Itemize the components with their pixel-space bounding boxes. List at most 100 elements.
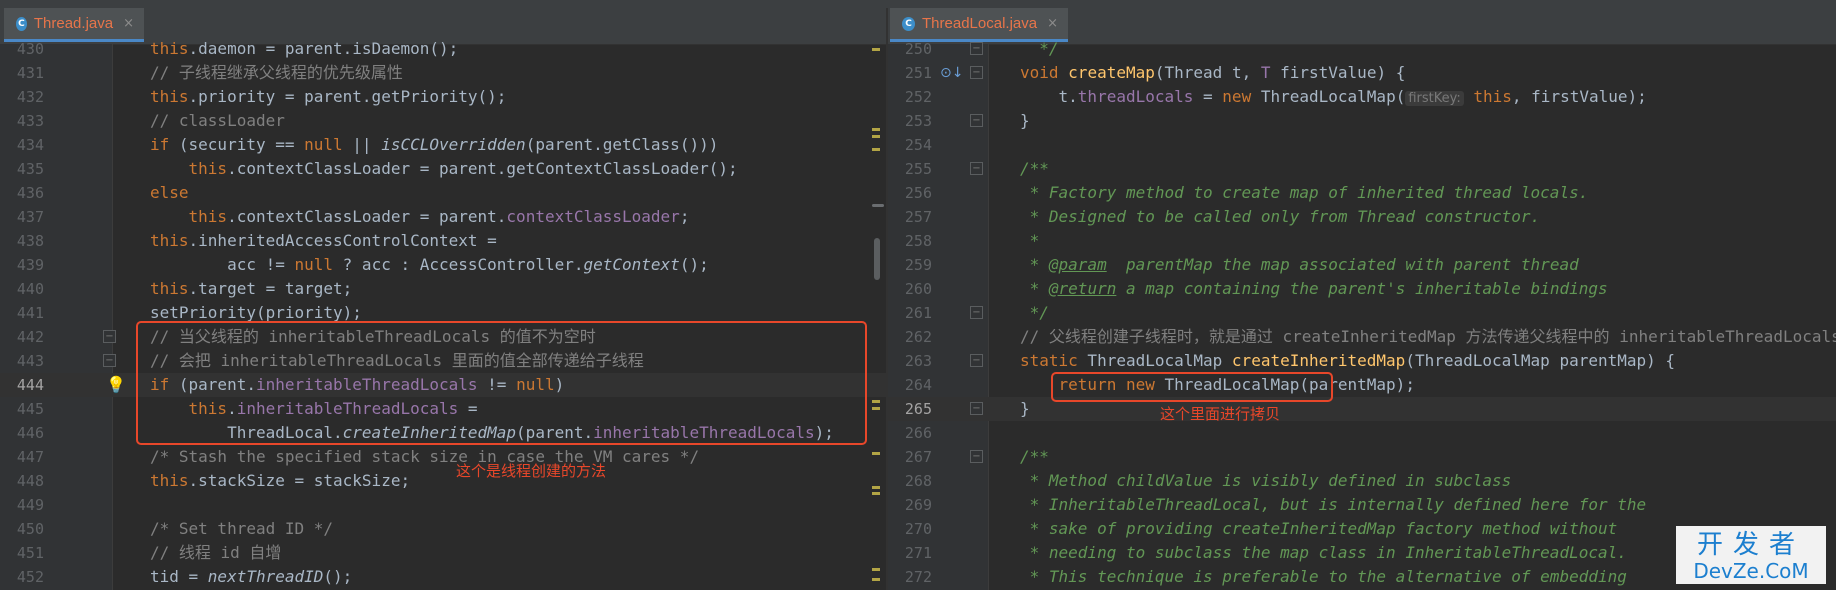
code-lines[interactable]: 430 this.daemon = parent.isDaemon(); 431 //… <box>0 37 886 589</box>
code-text[interactable]: this.daemon = parent.isDaemon(); <box>150 37 458 61</box>
line-number[interactable]: 442 <box>0 325 44 349</box>
line-number[interactable]: 439 <box>0 253 44 277</box>
code-text[interactable]: * @return a map containing the parent's … <box>1020 277 1608 301</box>
line-number[interactable]: 256 <box>888 181 932 205</box>
fold-marker-icon[interactable]: − <box>970 450 983 463</box>
code-line[interactable]: 267 − /** <box>888 445 1836 469</box>
code-line[interactable]: 431 // 子线程继承父线程的优先级属性 <box>0 61 886 85</box>
code-line[interactable]: 269 * InheritableThreadLocal, but is int… <box>888 493 1836 517</box>
code-text[interactable]: * <box>1020 229 1040 253</box>
editor-pane-threadlocal[interactable]: C ThreadLocal.java × 250− */251− ⊙↓ void c… <box>888 8 1836 590</box>
close-icon[interactable]: × <box>123 16 134 31</box>
code-line[interactable]: 437 this.contextClassLoader = parent.con… <box>0 205 886 229</box>
code-text[interactable]: // classLoader <box>150 109 285 133</box>
line-number[interactable]: 270 <box>888 517 932 541</box>
line-number[interactable]: 260 <box>888 277 932 301</box>
code-line[interactable]: 265 −} <box>888 397 1836 421</box>
code-line[interactable]: 258 * <box>888 229 1836 253</box>
code-text[interactable]: this.target = target; <box>150 277 352 301</box>
code-line[interactable]: 268 * Method childValue is visibly defin… <box>888 469 1836 493</box>
scrollbar-thumb[interactable] <box>874 238 880 280</box>
code-line[interactable]: 448 this.stackSize = stackSize; <box>0 469 886 493</box>
line-number[interactable]: 438 <box>0 229 44 253</box>
line-number[interactable]: 252 <box>888 85 932 109</box>
line-number[interactable]: 432 <box>0 85 44 109</box>
line-number[interactable]: 434 <box>0 133 44 157</box>
code-line[interactable]: 435 this.contextClassLoader = parent.get… <box>0 157 886 181</box>
fold-marker-icon[interactable]: − <box>970 402 983 415</box>
code-text[interactable]: this.priority = parent.getPriority(); <box>150 85 506 109</box>
line-number[interactable]: 264 <box>888 373 932 397</box>
line-number[interactable]: 444 <box>0 373 44 397</box>
code-text[interactable]: * @param parentMap the map associated wi… <box>1020 253 1579 277</box>
line-number[interactable]: 254 <box>888 133 932 157</box>
line-number[interactable]: 437 <box>0 205 44 229</box>
code-line[interactable]: 447 /* Stash the specified stack size in … <box>0 445 886 469</box>
line-number[interactable]: 271 <box>888 541 932 565</box>
code-line[interactable]: 436 else <box>0 181 886 205</box>
fold-marker-icon[interactable]: − <box>970 42 983 55</box>
code-lines[interactable]: 250− */251− ⊙↓ void createMap(Thread t, T … <box>888 37 1836 589</box>
lightbulb-icon[interactable]: 💡 <box>106 373 126 397</box>
code-line[interactable]: 260 * @return a map containing the paren… <box>888 277 1836 301</box>
line-number[interactable]: 267 <box>888 445 932 469</box>
line-number[interactable]: 449 <box>0 493 44 517</box>
code-line[interactable]: 254 <box>888 133 1836 157</box>
line-number[interactable]: 433 <box>0 109 44 133</box>
code-text[interactable]: // 父线程创建子线程时，就是通过 createInheritedMap 方法传… <box>1020 325 1836 349</box>
line-number[interactable]: 440 <box>0 277 44 301</box>
line-number[interactable]: 431 <box>0 61 44 85</box>
code-text[interactable]: // 子线程继承父线程的优先级属性 <box>150 61 403 85</box>
code-text[interactable]: else <box>150 181 189 205</box>
code-text[interactable]: acc != null ? acc : AccessController.get… <box>150 253 709 277</box>
code-line[interactable]: 449 <box>0 493 886 517</box>
code-text[interactable]: } <box>1020 397 1030 421</box>
code-text[interactable]: this.inheritedAccessControlContext = <box>150 229 497 253</box>
line-number[interactable]: 443 <box>0 349 44 373</box>
code-line[interactable]: 432 this.priority = parent.getPriority(); <box>0 85 886 109</box>
code-line[interactable]: 433 // classLoader <box>0 109 886 133</box>
fold-marker-icon[interactable]: − <box>103 354 116 367</box>
code-line[interactable]: 253 −} <box>888 109 1836 133</box>
code-text[interactable]: * needing to subclass the map class in I… <box>1020 541 1627 565</box>
code-line[interactable]: 263 − static ThreadLocalMap createInherite… <box>888 349 1836 373</box>
fold-marker-icon[interactable]: − <box>103 330 116 343</box>
code-line[interactable]: 452 tid = nextThreadID(); <box>0 565 886 589</box>
line-number[interactable]: 263 <box>888 349 932 373</box>
code-line[interactable]: 251 − ⊙↓ void createMap(Thread t, T firstVa… <box>888 61 1836 85</box>
code-line[interactable]: 430 this.daemon = parent.isDaemon(); <box>0 37 886 61</box>
code-text[interactable]: /** <box>1020 157 1049 181</box>
fold-marker-icon[interactable]: − <box>970 306 983 319</box>
code-line[interactable]: 257 * Designed to be called only from Th… <box>888 205 1836 229</box>
code-text[interactable]: tid = nextThreadID(); <box>150 565 352 589</box>
line-number[interactable]: 450 <box>0 517 44 541</box>
code-line[interactable]: 438 this.inheritedAccessControlContext = <box>0 229 886 253</box>
close-icon[interactable]: × <box>1047 16 1058 31</box>
line-number[interactable]: 445 <box>0 397 44 421</box>
line-number[interactable]: 250 <box>888 37 932 61</box>
line-number[interactable]: 447 <box>0 445 44 469</box>
line-number[interactable]: 266 <box>888 421 932 445</box>
line-number[interactable]: 436 <box>0 181 44 205</box>
code-text[interactable]: this.contextClassLoader = parent.context… <box>150 205 690 229</box>
code-text[interactable]: } <box>1020 109 1030 133</box>
line-number[interactable]: 441 <box>0 301 44 325</box>
code-line[interactable]: 259 * @param parentMap the map associate… <box>888 253 1836 277</box>
code-line[interactable]: 451 // 线程 id 自增 <box>0 541 886 565</box>
code-line[interactable]: 255 − /** <box>888 157 1836 181</box>
line-number[interactable]: 255 <box>888 157 932 181</box>
code-line[interactable]: 250 − */ <box>888 37 1836 61</box>
fold-marker-icon[interactable]: − <box>970 162 983 175</box>
code-line[interactable]: 266 <box>888 421 1836 445</box>
line-number[interactable]: 430 <box>0 37 44 61</box>
code-text[interactable]: * This technique is preferable to the al… <box>1020 565 1627 589</box>
line-number[interactable]: 451 <box>0 541 44 565</box>
code-text[interactable]: */ <box>1020 301 1049 325</box>
code-line[interactable]: 264 return new ThreadLocalMap(parentMap)… <box>888 373 1836 397</box>
fold-marker-icon[interactable]: − <box>970 354 983 367</box>
code-text[interactable]: /* Set thread ID */ <box>150 517 333 541</box>
code-text[interactable]: t.threadLocals = new ThreadLocalMap(firs… <box>1020 85 1647 111</box>
code-line[interactable]: 450 /* Set thread ID */ <box>0 517 886 541</box>
code-text[interactable]: */ <box>1020 37 1058 61</box>
fold-marker-icon[interactable]: − <box>970 66 983 79</box>
